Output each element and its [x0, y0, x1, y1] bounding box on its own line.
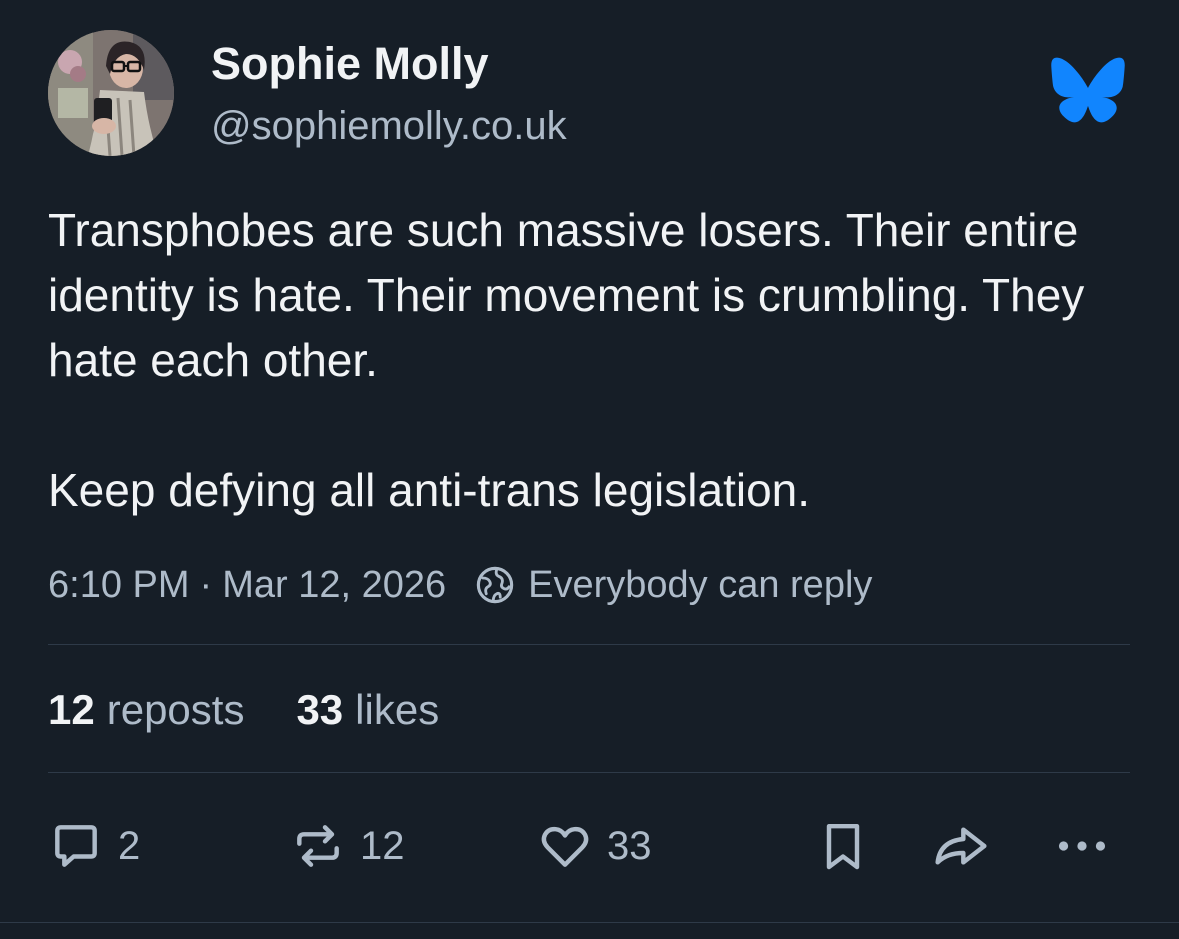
likes-stat[interactable]: 33 likes: [296, 686, 439, 734]
divider: [0, 922, 1179, 923]
avatar-photo: [48, 30, 174, 156]
likes-label: likes: [355, 686, 440, 733]
post-date[interactable]: Mar 12, 2026: [222, 564, 446, 607]
author-handle[interactable]: @sophiemolly.co.uk: [211, 104, 567, 149]
post-time[interactable]: 6:10 PM: [48, 564, 190, 607]
reposts-label: reposts: [106, 686, 245, 733]
repost-count: 12: [360, 823, 405, 868]
reply-setting-label[interactable]: Everybody can reply: [528, 564, 872, 607]
like-count: 33: [607, 823, 652, 868]
like-button[interactable]: 33: [537, 818, 652, 874]
share-button[interactable]: [930, 818, 992, 874]
post-meta: 6:10 PM · Mar 12, 2026 Everybody can rep…: [48, 562, 872, 608]
post-thread-item: Sophie Molly @sophiemolly.co.uk Transpho…: [0, 0, 1179, 939]
more-options-button[interactable]: [1052, 818, 1112, 874]
share-arrow-icon: [935, 827, 987, 865]
globe-icon: [476, 566, 514, 604]
divider: [48, 772, 1130, 773]
divider: [48, 644, 1130, 645]
bookmark-button[interactable]: [817, 818, 869, 874]
repost-icon: [297, 825, 339, 867]
reposts-stat[interactable]: 12 reposts: [48, 686, 244, 734]
bluesky-butterfly-icon: [1051, 57, 1125, 123]
heart-icon: [541, 826, 589, 867]
meta-separator: ·: [199, 563, 213, 606]
post-paragraph: Keep defying all anti-trans legislation.: [48, 464, 811, 516]
reply-count: 2: [118, 823, 141, 868]
more-horizontal-icon: [1058, 841, 1106, 851]
author-display-name[interactable]: Sophie Molly: [211, 38, 489, 90]
engagement-stats: 12 reposts 33 likes: [48, 686, 439, 734]
post-paragraph: Transphobes are such massive losers. The…: [48, 204, 1085, 386]
reply-icon: [55, 825, 97, 867]
reply-button[interactable]: 2: [48, 818, 140, 874]
bookmark-icon: [826, 823, 860, 870]
author-avatar[interactable]: [48, 30, 174, 156]
post-body: Transphobes are such massive losers. The…: [48, 198, 1138, 523]
repost-button[interactable]: 12: [290, 818, 405, 874]
likes-count: 33: [296, 686, 344, 733]
reposts-count: 12: [48, 686, 95, 733]
